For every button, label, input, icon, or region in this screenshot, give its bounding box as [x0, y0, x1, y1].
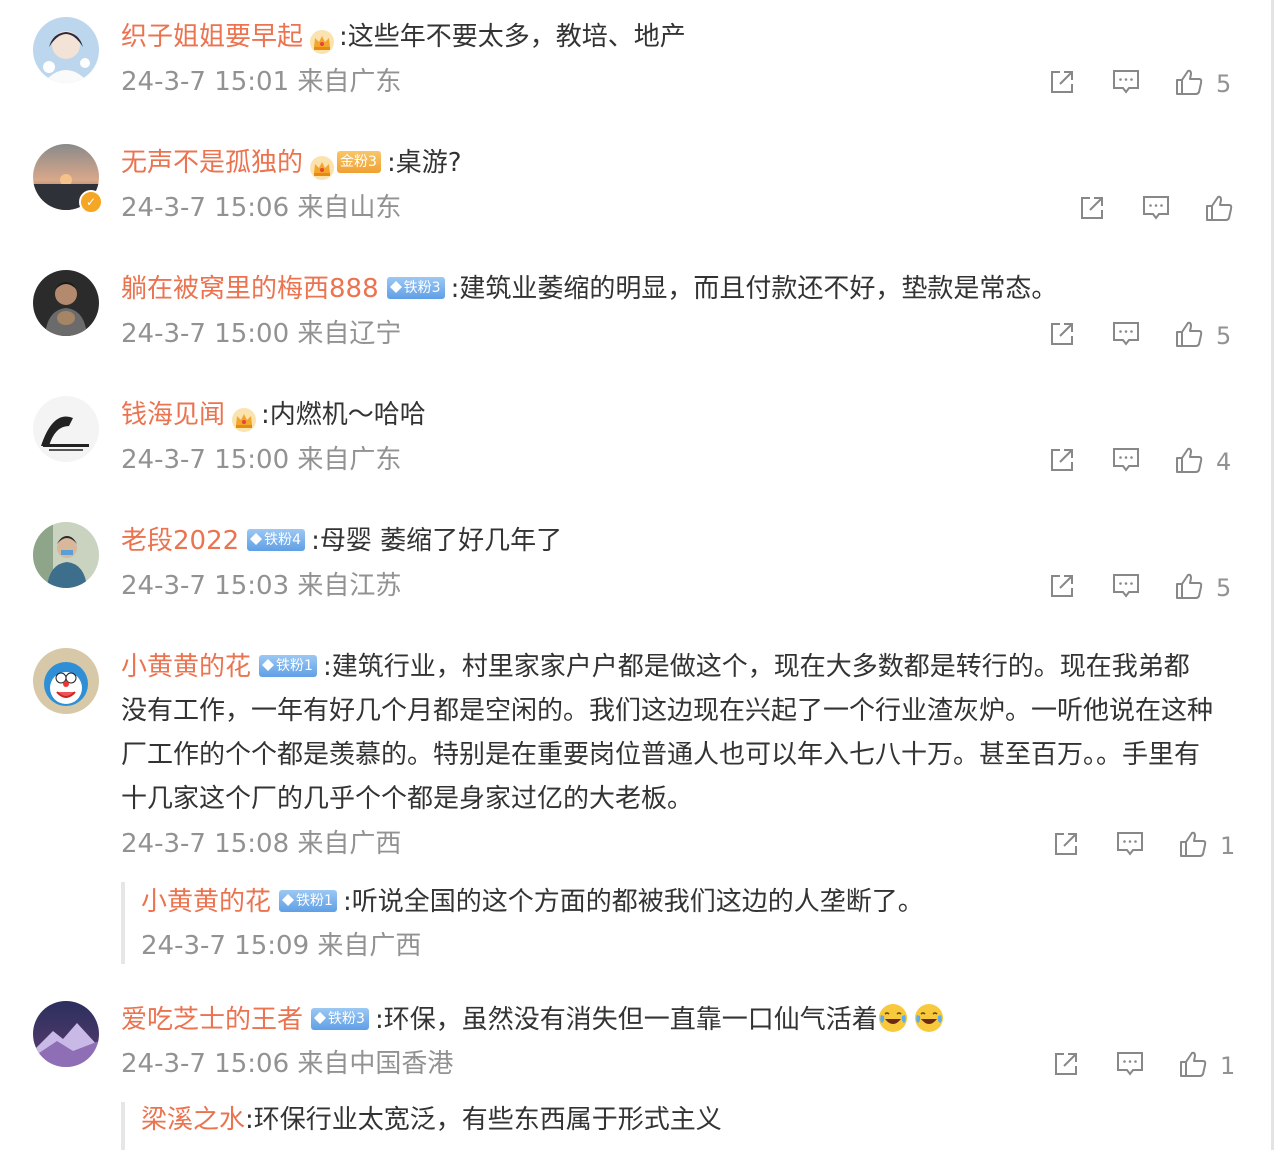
comment-header: 小黄黄的花 铁粉1:建筑行业，村里家家户户都是做这个，现在大多数都是转行的。现在我…	[121, 645, 1190, 689]
fan-badge[interactable]: 铁粉1	[259, 654, 317, 677]
reply-text: :环保行业太宽泛，有些东西属于形式主义	[245, 1105, 722, 1135]
comment-header: 老段2022 铁粉4:母婴 萎缩了好几年了	[121, 519, 562, 563]
reply-meta: 24-3-7 15:09 来自广西	[141, 931, 422, 961]
diamond-icon	[314, 1011, 327, 1024]
like-icon[interactable]	[1174, 67, 1204, 97]
like-icon[interactable]	[1174, 571, 1204, 601]
avatar[interactable]	[33, 17, 99, 83]
comment-icon[interactable]	[1111, 445, 1141, 475]
comment-text: :环保，虽然没有消失但一直靠一口仙气活着	[374, 1005, 878, 1035]
avatar[interactable]	[33, 522, 99, 588]
like-count: 5	[1216, 322, 1232, 350]
like-icon[interactable]	[1204, 193, 1234, 223]
share-icon[interactable]	[1077, 193, 1107, 223]
comment-meta: 24-3-7 15:06 来自中国香港	[121, 1049, 454, 1079]
diamond-icon	[250, 532, 263, 545]
comment-text-line: 十几家这个厂的几乎个个都是身家过亿的大老板。	[121, 784, 694, 814]
comment-meta: 24-3-7 15:00 来自广东	[121, 445, 402, 475]
like-count: 5	[1216, 574, 1232, 602]
like-count: 5	[1216, 70, 1232, 98]
diamond-icon	[389, 280, 402, 293]
reply-text: :听说全国的这个方面的都被我们这边的人垄断了。	[342, 887, 924, 917]
username-link[interactable]: 老段2022	[121, 526, 239, 556]
comment-text: :桌游?	[386, 148, 462, 178]
username-link[interactable]: 躺在被窝里的梅西888	[121, 274, 379, 304]
comment-text: :建筑业萎缩的明显，而且付款还不好，垫款是常态。	[450, 274, 1058, 304]
diamond-icon	[262, 658, 275, 671]
comment-icon[interactable]	[1115, 1049, 1145, 1079]
reply-header: 小黄黄的花 铁粉1:听说全国的这个方面的都被我们这边的人垄断了。	[141, 880, 924, 924]
comment-meta: 24-3-7 15:00 来自辽宁	[121, 319, 402, 349]
fan-badge[interactable]: 铁粉4	[247, 528, 306, 551]
username-link[interactable]: 钱海见闻	[121, 400, 225, 430]
laugh-cry-emoji	[878, 1004, 907, 1032]
comment-icon[interactable]	[1111, 319, 1141, 349]
comment-text-continued: 没有工作，一年有好几个月都是空闲的。我们这边现在兴起了一个行业渣灰炉。一听他说在…	[121, 689, 1231, 821]
comment-meta: 24-3-7 15:01 来自广东	[121, 67, 402, 97]
fan-badge[interactable]: 铁粉3	[386, 276, 445, 299]
comment-header: 无声不是孤独的 金粉3:桌游?	[121, 141, 462, 185]
reply-indent-bar	[121, 882, 125, 964]
avatar[interactable]	[33, 648, 99, 714]
username-link[interactable]: 无声不是孤独的	[121, 148, 303, 178]
comment-meta: 24-3-7 15:08 来自广西	[121, 829, 402, 859]
comment-icon[interactable]	[1111, 67, 1141, 97]
fan-badge[interactable]: 金粉3	[337, 150, 381, 173]
crown-icon	[309, 25, 335, 54]
comment-text: :内燃机～哈哈	[261, 400, 426, 430]
fan-badge[interactable]: 铁粉3	[311, 1007, 369, 1030]
crown-icon	[231, 403, 257, 432]
comment-meta: 24-3-7 15:03 来自江苏	[121, 571, 402, 601]
comment-text-line: 厂工作的个个都是羡慕的。特别是在重要岗位普通人也可以年入七八十万。甚至百万。。手…	[121, 740, 1201, 770]
share-icon[interactable]	[1047, 571, 1077, 601]
reply-username-link[interactable]: 梁溪之水	[141, 1105, 245, 1135]
comment-header: 钱海见闻 :内燃机～哈哈	[121, 393, 426, 437]
comment-icon[interactable]	[1141, 193, 1171, 223]
like-icon[interactable]	[1174, 445, 1204, 475]
reply-header: 梁溪之水:环保行业太宽泛，有些东西属于形式主义	[141, 1098, 722, 1142]
share-icon[interactable]	[1051, 829, 1081, 859]
username-link[interactable]: 织子姐姐要早起	[121, 22, 303, 52]
reply-indent-bar	[121, 1102, 125, 1150]
like-icon[interactable]	[1174, 319, 1204, 349]
comment-text: :母婴 萎缩了好几年了	[311, 526, 563, 556]
username-link[interactable]: 爱吃芝士的王者	[121, 1005, 303, 1035]
laugh-cry-emoji	[914, 1004, 943, 1032]
comment-text-line: 没有工作，一年有好几个月都是空闲的。我们这边现在兴起了一个行业渣灰炉。一听他说在…	[121, 696, 1214, 726]
crown-icon	[309, 151, 335, 180]
fan-badge[interactable]: 铁粉1	[279, 889, 337, 912]
avatar[interactable]	[33, 1001, 99, 1067]
comment-text: :这些年不要太多，教培、地产	[339, 22, 686, 52]
like-icon[interactable]	[1178, 829, 1208, 859]
like-count: 4	[1216, 448, 1232, 476]
comment-text: :建筑行业，村里家家户户都是做这个，现在大多数都是转行的。现在我弟都	[322, 652, 1190, 682]
reply-username-link[interactable]: 小黄黄的花	[141, 887, 271, 917]
like-count: 1	[1220, 832, 1236, 860]
comment-header: 织子姐姐要早起 :这些年不要太多，教培、地产	[121, 15, 686, 59]
share-icon[interactable]	[1047, 445, 1077, 475]
share-icon[interactable]	[1047, 319, 1077, 349]
avatar[interactable]	[33, 270, 99, 336]
share-icon[interactable]	[1051, 1049, 1081, 1079]
comment-header: 躺在被窝里的梅西888 铁粉3:建筑业萎缩的明显，而且付款还不好，垫款是常态。	[121, 267, 1057, 311]
diamond-icon	[282, 893, 295, 906]
like-icon[interactable]	[1178, 1049, 1208, 1079]
share-icon[interactable]	[1047, 67, 1077, 97]
like-count: 1	[1220, 1052, 1236, 1080]
comment-icon[interactable]	[1111, 571, 1141, 601]
verified-badge-icon: ✓	[79, 190, 103, 214]
comment-meta: 24-3-7 15:06 来自山东	[121, 193, 402, 223]
username-link[interactable]: 小黄黄的花	[121, 652, 251, 682]
avatar[interactable]	[33, 396, 99, 462]
comment-icon[interactable]	[1115, 829, 1145, 859]
comment-header: 爱吃芝士的王者 铁粉3:环保，虽然没有消失但一直靠一口仙气活着	[121, 998, 944, 1042]
